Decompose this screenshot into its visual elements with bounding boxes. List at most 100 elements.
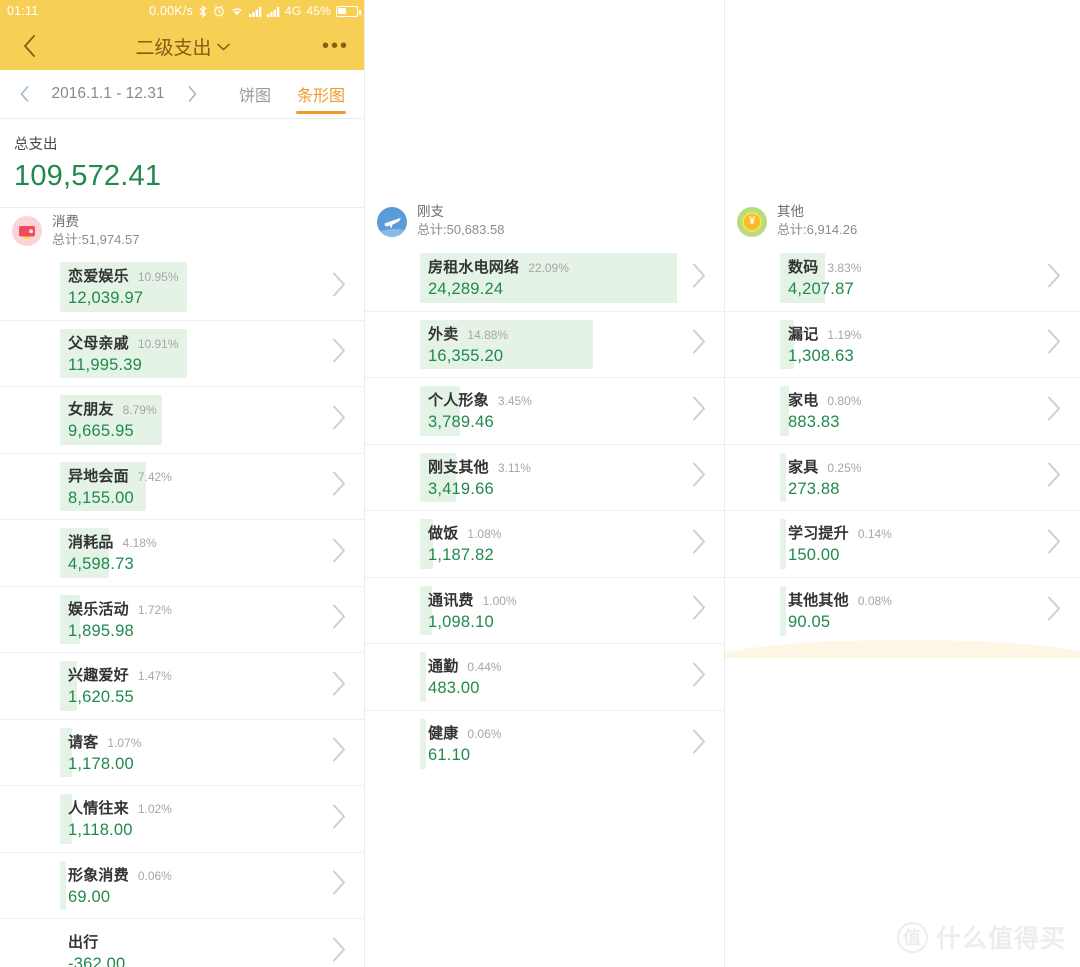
bar-row[interactable]: 外卖 14.88% 16,355.20 [365, 312, 725, 378]
category-percent: 0.44% [467, 660, 502, 675]
category-name: 其他其他 [788, 592, 849, 610]
chevron-right-icon[interactable] [332, 670, 347, 701]
category-percent: 10.95% [137, 270, 179, 285]
category-amount: 1,098.10 [428, 612, 494, 631]
chevron-right-icon[interactable] [1047, 262, 1062, 293]
bar-row[interactable]: 家具 0.25% 273.88 [725, 445, 1080, 511]
bar-row[interactable]: 通勤 0.44% 483.00 [365, 644, 725, 711]
bar-row[interactable]: 消耗品 4.18% 4,598.73 [0, 520, 365, 587]
category-amount: 61.10 [428, 746, 471, 765]
bar-row[interactable]: 恋爱娱乐 10.95% 12,039.97 [0, 254, 365, 321]
chevron-right-icon[interactable] [332, 537, 347, 568]
more-options-button[interactable]: ••• [322, 36, 349, 56]
chevron-right-icon[interactable] [332, 937, 347, 967]
bar-row[interactable]: 其他其他 0.08% 90.05 [725, 578, 1080, 645]
bar-list-consumption: 恋爱娱乐 10.95% 12,039.97 父母亲戚 10.91% 11,995.39 女朋… [0, 254, 365, 967]
category-amount: 3,419.66 [428, 479, 494, 498]
group-total: 总计:50,683.58 [417, 222, 505, 238]
chevron-right-icon[interactable] [692, 262, 707, 293]
airplane-icon [377, 206, 407, 237]
date-prev-button[interactable] [10, 80, 38, 108]
chevron-right-icon[interactable] [1047, 528, 1062, 559]
bar-row-content: 学习提升 0.14% 150.00 [725, 522, 1080, 565]
bar-row[interactable]: 漏记 1.19% 1,308.63 [725, 312, 1080, 378]
title-bar: 二级支出 ••• [0, 22, 365, 70]
chevron-right-icon[interactable] [332, 338, 347, 369]
chevron-right-icon[interactable] [332, 737, 347, 768]
category-name: 漏记 [788, 325, 819, 343]
chevron-right-icon[interactable] [692, 395, 707, 426]
bar-row-content: 其他其他 0.08% 90.05 [725, 589, 1080, 632]
bar-row[interactable]: 通讯费 1.00% 1,098.10 [365, 578, 725, 644]
group-header-fixed: 刚支 总计:50,683.58 [365, 198, 725, 245]
category-amount: 4,598.73 [68, 555, 134, 574]
bar-row-content: 漏记 1.19% 1,308.63 [725, 323, 1080, 366]
chevron-right-icon[interactable] [332, 404, 347, 435]
tab-pie-chart[interactable]: 饼图 [239, 70, 271, 118]
tab-bar-chart[interactable]: 条形图 [295, 70, 347, 118]
chevron-right-icon[interactable] [692, 661, 707, 692]
chevron-right-icon[interactable] [1047, 395, 1062, 426]
chevron-down-icon[interactable] [216, 35, 230, 57]
bar-row-content: 女朋友 8.79% 9,665.95 [0, 398, 365, 441]
bar-row[interactable]: 形象消费 0.06% 69.00 [0, 853, 365, 919]
bar-row[interactable]: 做饭 1.08% 1,187.82 [365, 511, 725, 578]
bar-row[interactable]: 娱乐活动 1.72% 1,895.98 [0, 587, 365, 653]
chevron-right-icon[interactable] [692, 528, 707, 559]
screenshot-composite: 01:11 0.00K/s 4G 45% 二级支出 ••• 2016.1.1 -… [0, 0, 1080, 967]
bar-row[interactable]: 女朋友 8.79% 9,665.95 [0, 387, 365, 454]
date-next-button[interactable] [178, 80, 206, 108]
bar-row[interactable]: 个人形象 3.45% 3,789.46 [365, 378, 725, 445]
chevron-right-icon[interactable] [692, 728, 707, 759]
category-name: 刚支其他 [428, 458, 489, 476]
bar-row[interactable]: 健康 0.06% 61.10 [365, 711, 725, 778]
watermark: 值 什么值得买 [896, 919, 1066, 955]
category-name: 学习提升 [788, 525, 849, 543]
bar-row[interactable]: 异地会面 7.42% 8,155.00 [0, 454, 365, 520]
page-title[interactable]: 二级支出 [135, 33, 211, 60]
category-name: 房租水电网络 [428, 259, 520, 277]
back-button[interactable] [16, 33, 42, 59]
chevron-right-icon[interactable] [1047, 595, 1062, 626]
chevron-right-icon[interactable] [332, 803, 347, 834]
category-percent: 14.88% [467, 327, 509, 342]
category-percent: 1.07% [107, 735, 142, 750]
bar-row[interactable]: 房租水电网络 22.09% 24,289.24 [365, 245, 725, 312]
bar-row-content: 兴趣爱好 1.47% 1,620.55 [0, 664, 365, 707]
bar-row-content: 外卖 14.88% 16,355.20 [365, 323, 725, 366]
total-expense-block: 总支出 109,572.41 [0, 119, 365, 207]
bar-row[interactable]: 学习提升 0.14% 150.00 [725, 511, 1080, 578]
status-battery-pct: 45% [306, 4, 331, 18]
total-expense-label: 总支出 [14, 137, 58, 153]
bar-row[interactable]: 人情往来 1.02% 1,118.00 [0, 786, 365, 853]
category-percent: 3.11% [497, 460, 531, 475]
category-name: 通讯费 [428, 591, 474, 609]
category-amount: 90.05 [788, 613, 831, 632]
chevron-right-icon[interactable] [692, 462, 707, 493]
chevron-right-icon[interactable] [692, 329, 707, 360]
bar-row[interactable]: 请客 1.07% 1,178.00 [0, 720, 365, 786]
bar-row[interactable]: 家电 0.80% 883.83 [725, 378, 1080, 445]
category-percent: 3.83% [827, 261, 862, 276]
signal-bars-icon [266, 6, 280, 17]
category-name: 娱乐活动 [68, 600, 129, 618]
chevron-right-icon[interactable] [332, 471, 347, 502]
chevron-right-icon[interactable] [332, 870, 347, 901]
total-expense-value: 109,572.41 [14, 160, 162, 192]
bar-row[interactable]: 刚支其他 3.11% 3,419.66 [365, 445, 725, 511]
category-amount: 16,355.20 [428, 346, 504, 365]
bar-row[interactable]: 出行 -362.00 [0, 919, 365, 967]
bar-row-content: 人情往来 1.02% 1,118.00 [0, 797, 365, 840]
group-header-consumption: 消费 总计:51,974.57 [0, 207, 365, 254]
bar-row[interactable]: 兴趣爱好 1.47% 1,620.55 [0, 653, 365, 720]
category-amount: 8,155.00 [68, 488, 134, 507]
chevron-right-icon[interactable] [332, 604, 347, 635]
chevron-right-icon[interactable] [1047, 462, 1062, 493]
bar-row[interactable]: 父母亲戚 10.91% 11,995.39 [0, 321, 365, 387]
bar-row[interactable]: 数码 3.83% 4,207.87 [725, 245, 1080, 312]
status-bar: 01:11 0.00K/s 4G 45% [0, 0, 365, 22]
chevron-right-icon[interactable] [332, 271, 347, 302]
chevron-right-icon[interactable] [1047, 329, 1062, 360]
chevron-right-icon[interactable] [692, 595, 707, 626]
battery-level-fill [338, 7, 347, 15]
